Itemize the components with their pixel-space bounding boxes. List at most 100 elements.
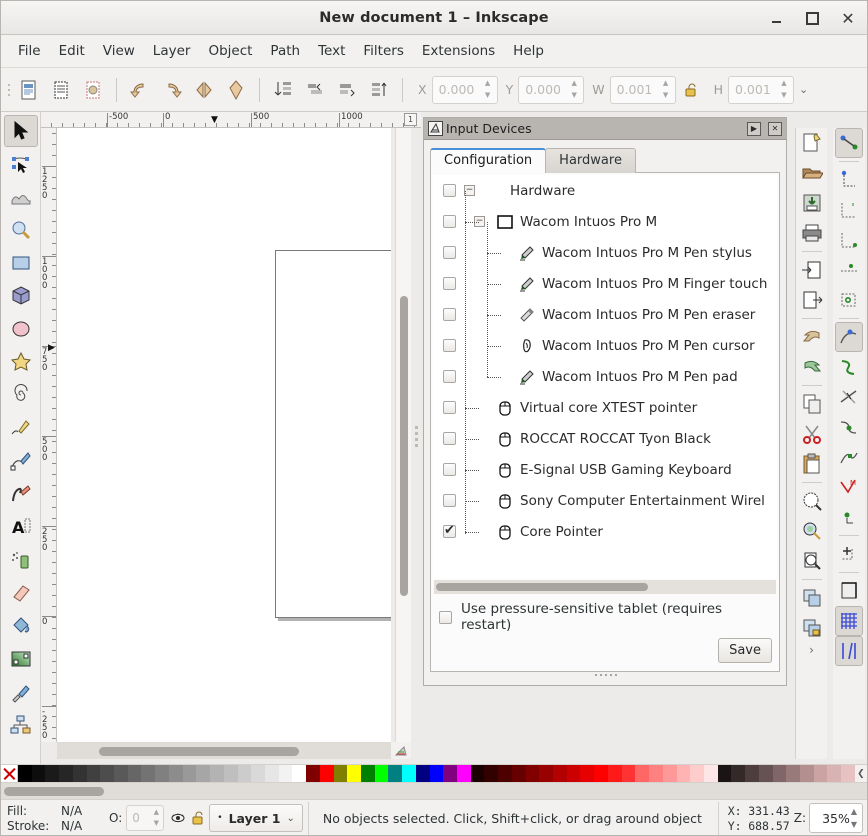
color-swatch[interactable] [182, 765, 197, 783]
spray-tool[interactable] [4, 544, 38, 576]
field-input-y[interactable]: 0.000 ▲ ▼ [518, 75, 585, 104]
color-swatch[interactable] [731, 765, 746, 783]
color-swatch[interactable] [264, 765, 279, 783]
document-properties-icon[interactable] [46, 75, 76, 105]
canvas-corner-button[interactable] [391, 742, 411, 759]
color-swatch[interactable] [703, 765, 718, 783]
color-swatch[interactable] [553, 765, 567, 783]
color-swatch[interactable] [360, 765, 375, 783]
color-swatch[interactable] [237, 765, 252, 783]
snap-grid-icon[interactable] [835, 606, 863, 636]
zoom-control[interactable]: Z: 35% ▲ ▼ [794, 803, 867, 833]
color-swatch[interactable] [196, 765, 211, 783]
device-checkbox[interactable] [443, 277, 456, 290]
snap-smooth-node-icon[interactable] [835, 442, 863, 472]
layer-selector[interactable]: • Layer 1 ⌄ [209, 804, 303, 832]
ungroup-icon[interactable] [798, 613, 826, 643]
menu-extensions[interactable]: Extensions [413, 40, 504, 62]
vertical-ruler[interactable]: 1250 1000 750 500 250 0 -250 ▶ [41, 128, 57, 742]
lower-to-bottom-icon[interactable] [364, 75, 394, 105]
lower-icon[interactable] [332, 75, 362, 105]
tab-hardware[interactable]: Hardware [545, 148, 636, 173]
color-swatch[interactable] [799, 765, 814, 783]
device-row[interactable]: E-Signal USB Gaming Keyboard [433, 454, 777, 485]
opacity-stepper[interactable]: ▲ ▼ [150, 807, 162, 829]
undo-history-icon[interactable] [798, 322, 826, 352]
device-row[interactable]: Wacom Intuos Pro M Pen cursor [433, 330, 777, 361]
field-stepper-y[interactable]: ▲ ▼ [567, 78, 581, 102]
ruler-unit-button[interactable]: 1 [404, 113, 417, 126]
color-swatch[interactable] [662, 765, 677, 783]
duplicate-icon[interactable] [189, 75, 219, 105]
color-swatch[interactable] [772, 765, 787, 783]
document-page[interactable] [275, 250, 391, 618]
snap-guide-icon[interactable] [835, 636, 863, 666]
device-checkbox[interactable] [443, 523, 456, 538]
vertical-scroll-thumb[interactable] [400, 296, 408, 596]
box3d-tool[interactable] [4, 280, 38, 312]
color-swatch[interactable] [484, 765, 499, 783]
device-tree[interactable]: − Hardware − Wacom Intuos Pro M Wacom Intuos… [433, 175, 777, 579]
menu-path[interactable]: Path [261, 40, 309, 62]
snap-page-border-icon[interactable] [835, 576, 863, 606]
color-swatch[interactable] [498, 765, 512, 783]
snap-bbox-edge-icon[interactable] [835, 195, 863, 225]
eraser-tool[interactable] [4, 577, 38, 609]
color-swatch[interactable] [621, 765, 636, 783]
color-swatch[interactable] [525, 765, 540, 783]
color-swatch[interactable] [333, 765, 348, 783]
eye-icon[interactable] [170, 810, 186, 826]
color-swatch[interactable] [539, 765, 554, 783]
undo-icon[interactable] [125, 75, 155, 105]
color-swatch[interactable] [168, 765, 183, 783]
device-checkbox[interactable] [443, 432, 456, 445]
color-swatch[interactable] [59, 765, 73, 783]
color-swatch[interactable] [319, 765, 334, 783]
cut-icon[interactable] [798, 419, 826, 449]
dialog-resize-handle[interactable] [424, 670, 788, 679]
pressure-tablet-row[interactable]: Use pressure-sensitive tablet (requires … [433, 594, 777, 637]
pencil-tool[interactable] [4, 412, 38, 444]
zoom-tool[interactable] [4, 214, 38, 246]
color-swatch[interactable] [457, 765, 471, 783]
document-preferences-icon[interactable] [78, 75, 108, 105]
color-swatch[interactable] [347, 765, 361, 783]
clone-icon[interactable] [221, 75, 251, 105]
star-tool[interactable] [4, 346, 38, 378]
menu-object[interactable]: Object [199, 40, 261, 62]
device-checkbox[interactable] [443, 246, 456, 259]
color-swatch[interactable] [717, 765, 732, 783]
color-swatch[interactable] [127, 765, 142, 783]
color-swatch[interactable] [18, 765, 32, 783]
pressure-tablet-checkbox[interactable] [439, 610, 452, 624]
color-swatch[interactable] [813, 765, 828, 783]
chevron-down-icon[interactable]: ⌄ [286, 813, 294, 824]
color-swatch[interactable] [511, 765, 526, 783]
device-checkbox[interactable] [443, 308, 456, 321]
color-swatch[interactable] [841, 765, 855, 783]
color-swatch[interactable] [210, 765, 224, 783]
device-row[interactable]: − Wacom Intuos Pro M [433, 206, 777, 237]
color-swatch[interactable] [745, 765, 759, 783]
snap-bbox-edge-midpoint-icon[interactable] [835, 255, 863, 285]
tree-scroll-thumb[interactable] [436, 583, 648, 591]
palette-scrollbar[interactable] [1, 782, 867, 799]
field-stepper-h[interactable]: ▲ ▼ [777, 78, 791, 102]
dialog-close-button[interactable]: ✕ [768, 121, 782, 136]
field-stepper-x[interactable]: ▲ ▼ [481, 78, 495, 102]
new-document-icon[interactable] [14, 75, 44, 105]
color-swatch[interactable] [114, 765, 128, 783]
color-swatch[interactable] [155, 765, 169, 783]
snap-nodes-paths-icon[interactable] [835, 322, 863, 352]
snap-midpoint-icon[interactable]: M [835, 472, 863, 502]
device-checkbox[interactable] [443, 463, 456, 476]
node-tool[interactable] [4, 148, 38, 180]
color-swatch[interactable] [402, 765, 416, 783]
tweak-tool[interactable] [4, 181, 38, 213]
color-swatch[interactable] [31, 765, 46, 783]
color-swatch[interactable] [566, 765, 581, 783]
color-swatch[interactable] [786, 765, 800, 783]
color-palette[interactable]: ❮ [1, 764, 867, 783]
color-swatch[interactable] [251, 765, 265, 783]
dialog-float-button[interactable]: ▶ [747, 121, 761, 136]
